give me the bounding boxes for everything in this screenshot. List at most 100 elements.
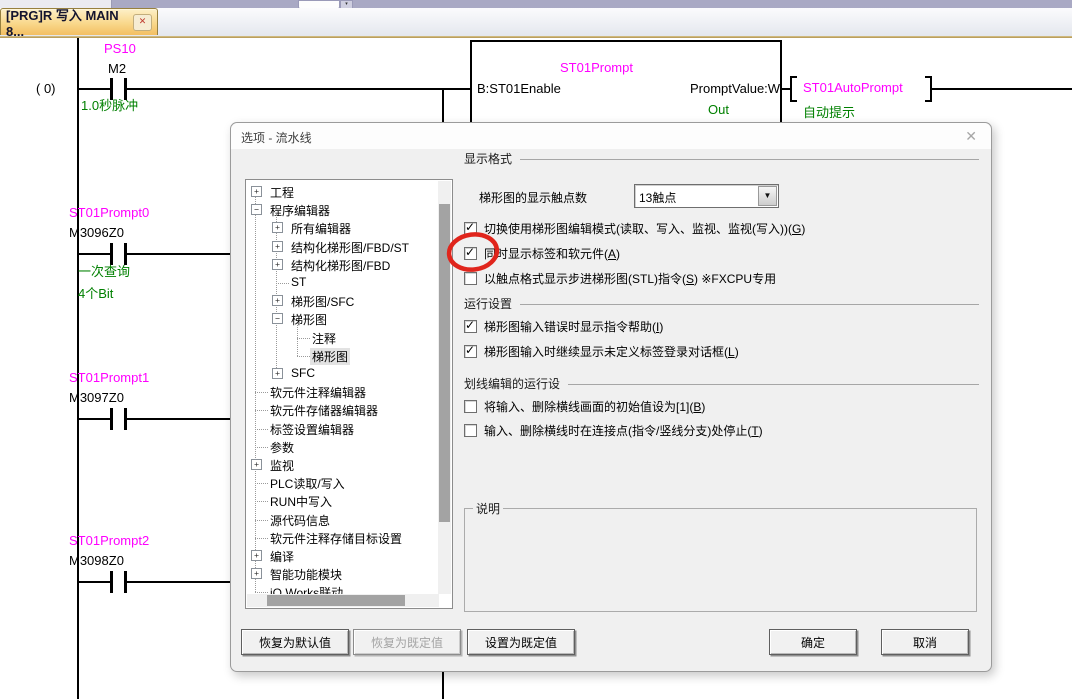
tree-item-label[interactable]: RUN中写入 xyxy=(268,493,334,510)
tree-item-label[interactable]: 智能功能模块 xyxy=(268,566,344,583)
cancel-button[interactable]: 取消 xyxy=(881,629,969,655)
tree-connector xyxy=(255,429,268,430)
tree-item[interactable]: 源代码信息 xyxy=(247,511,438,529)
check-icon: ✓ xyxy=(465,318,475,332)
tree-vertical-scrollbar[interactable] xyxy=(438,181,451,594)
tree-item-label[interactable]: iQ Works联动 xyxy=(268,584,345,594)
tree-item[interactable]: RUN中写入 xyxy=(247,492,438,510)
ladder-wire xyxy=(79,88,110,90)
tree-connector xyxy=(255,483,268,484)
checkbox-box[interactable]: ✓ xyxy=(464,222,477,235)
tree-guide-line xyxy=(297,323,298,356)
tree-expand-icon[interactable]: + xyxy=(272,259,283,270)
tree-item-label[interactable]: 编译 xyxy=(268,548,296,565)
rung-label: ST01Prompt0 xyxy=(69,205,149,220)
tree-item-label[interactable]: 注释 xyxy=(310,330,338,347)
contact-label: PS10 xyxy=(104,41,136,56)
tree-item[interactable]: 软元件注释存储目标设置 xyxy=(247,529,438,547)
tree-item[interactable]: PLC读取/写入 xyxy=(247,474,438,492)
contact-count-combobox[interactable]: 13触点 ▼ xyxy=(634,184,779,208)
tree-expand-icon[interactable]: + xyxy=(251,550,262,561)
checkbox-box[interactable]: ✓ xyxy=(464,320,477,333)
tree-expand-icon[interactable]: + xyxy=(251,568,262,579)
checkbox-switch-ladder-edit-mode[interactable]: ✓ 切换使用梯形图编辑模式(读取、写入、监视、监视(写入))(G) xyxy=(464,221,805,237)
tree-expand-icon[interactable]: + xyxy=(272,368,283,379)
tree-connector xyxy=(255,392,268,393)
tree-item-label[interactable]: 结构化梯形图/FBD/ST xyxy=(289,239,411,256)
checkbox-box[interactable]: ✓ xyxy=(464,400,477,413)
tree-item[interactable]: 软元件存储器编辑器 xyxy=(247,401,438,419)
tree-connector xyxy=(276,283,289,284)
dialog-close-icon[interactable]: ✕ xyxy=(965,128,977,145)
tree-item-label[interactable]: 工程 xyxy=(268,184,296,201)
tree-item-label[interactable]: 软元件注释编辑器 xyxy=(268,384,368,401)
ladder-wire xyxy=(79,253,110,255)
checkbox-box[interactable]: ✓ xyxy=(464,424,477,437)
contact-bar xyxy=(110,408,113,430)
checkbox-undefined-label-dialog[interactable]: ✓ 梯形图输入时继续显示未定义标签登录对话框(L) xyxy=(464,344,739,360)
restore-default-button[interactable]: 恢复为默认值 xyxy=(241,629,349,655)
tree-item-label[interactable]: 软元件注释存储目标设置 xyxy=(268,530,404,547)
tree-item-label[interactable]: 源代码信息 xyxy=(268,512,332,529)
tree-item-label[interactable]: 结构化梯形图/FBD xyxy=(289,257,392,274)
tree-item-label[interactable]: 监视 xyxy=(268,457,296,474)
tree-item[interactable]: + 编译 xyxy=(247,547,438,565)
dialog-titlebar[interactable]: 选项 - 流水线 ✕ xyxy=(231,123,991,149)
ok-button[interactable]: 确定 xyxy=(769,629,857,655)
tab-close-icon[interactable]: ✕ xyxy=(133,14,152,31)
function-block-output-comment: Out xyxy=(708,102,729,117)
tree-item-label[interactable]: 梯形图 xyxy=(289,311,329,328)
tree-collapse-icon[interactable]: − xyxy=(272,313,283,324)
tree-connector xyxy=(297,338,310,339)
checkbox-hline-initial-value[interactable]: ✓ 将输入、删除横线画面的初始值设为[1](B) xyxy=(464,399,705,415)
tree-expand-icon[interactable]: + xyxy=(251,186,262,197)
ladder-wire xyxy=(127,253,240,255)
combobox-dropdown-button[interactable]: ▼ xyxy=(758,186,777,206)
tree-item-label[interactable]: 所有编辑器 xyxy=(289,220,353,237)
checkbox-show-label-and-device[interactable]: ✓ 同时显示标签和软元件(A) xyxy=(464,246,620,262)
tree-item[interactable]: 参数 xyxy=(247,438,438,456)
tree-item[interactable]: + SFC xyxy=(247,365,438,383)
tree-item-label[interactable]: ST xyxy=(289,275,308,289)
tree-expand-icon[interactable]: + xyxy=(272,295,283,306)
section-line-edit-settings: 划线编辑的运行设 xyxy=(464,375,979,392)
tree-item-label[interactable]: SFC xyxy=(289,366,317,380)
tree-item-label[interactable]: PLC读取/写入 xyxy=(268,475,347,492)
tree-expand-icon[interactable]: + xyxy=(272,222,283,233)
ladder-wire xyxy=(127,88,470,90)
tab-bar-divider xyxy=(0,36,1072,38)
tree-item-label[interactable]: 梯形图 xyxy=(310,348,350,365)
contact-count-label: 梯形图的显示触点数 xyxy=(479,189,587,206)
description-groupbox: 说明 xyxy=(464,500,977,612)
tree-item[interactable]: iQ Works联动 xyxy=(247,583,438,594)
tree-item-label[interactable]: 参数 xyxy=(268,439,296,456)
coil-bracket-close xyxy=(925,76,932,102)
tree-item-label[interactable]: 标签设置编辑器 xyxy=(268,421,356,438)
tree-expand-icon[interactable]: + xyxy=(251,459,262,470)
checkbox-box[interactable]: ✓ xyxy=(464,345,477,358)
rung-device: M3098Z0 xyxy=(69,553,124,568)
scrollbar-thumb[interactable] xyxy=(267,595,405,606)
checkbox-box[interactable]: ✓ xyxy=(464,247,477,260)
tree-item[interactable]: + 智能功能模块 xyxy=(247,565,438,583)
checkbox-stl-contact-format[interactable]: ✓ 以触点格式显示步进梯形图(STL)指令(S) ※FXCPU专用 xyxy=(464,271,776,287)
scrollbar-thumb[interactable] xyxy=(439,204,450,522)
checkbox-instruction-help[interactable]: ✓ 梯形图输入错误时显示指令帮助(I) xyxy=(464,319,663,335)
rung-comment: 4个Bit xyxy=(78,283,113,302)
tree-item-label[interactable]: 梯形图/SFC xyxy=(289,293,356,310)
tree-item[interactable]: 标签设置编辑器 xyxy=(247,420,438,438)
check-icon: ✓ xyxy=(465,343,475,357)
checkbox-box[interactable]: ✓ xyxy=(464,272,477,285)
checkbox-hline-stop-at-connection[interactable]: ✓ 输入、删除横线时在连接点(指令/竖线分支)处停止(T) xyxy=(464,423,763,439)
tree-item[interactable]: 软元件注释编辑器 xyxy=(247,383,438,401)
tree-horizontal-scrollbar[interactable] xyxy=(247,594,439,607)
tree-item[interactable]: + 工程 xyxy=(247,183,438,201)
tree-collapse-icon[interactable]: − xyxy=(251,204,262,215)
tree-item-label[interactable]: 程序编辑器 xyxy=(268,202,332,219)
tab-prg-main[interactable]: [PRG]R 写入 MAIN 8... ✕ xyxy=(0,8,158,35)
document-tab-bar xyxy=(0,8,1072,36)
tree-item-label[interactable]: 软元件存储器编辑器 xyxy=(268,402,380,419)
tree-item[interactable]: + 监视 xyxy=(247,456,438,474)
tree-expand-icon[interactable]: + xyxy=(272,241,283,252)
set-preset-button[interactable]: 设置为既定值 xyxy=(467,629,575,655)
